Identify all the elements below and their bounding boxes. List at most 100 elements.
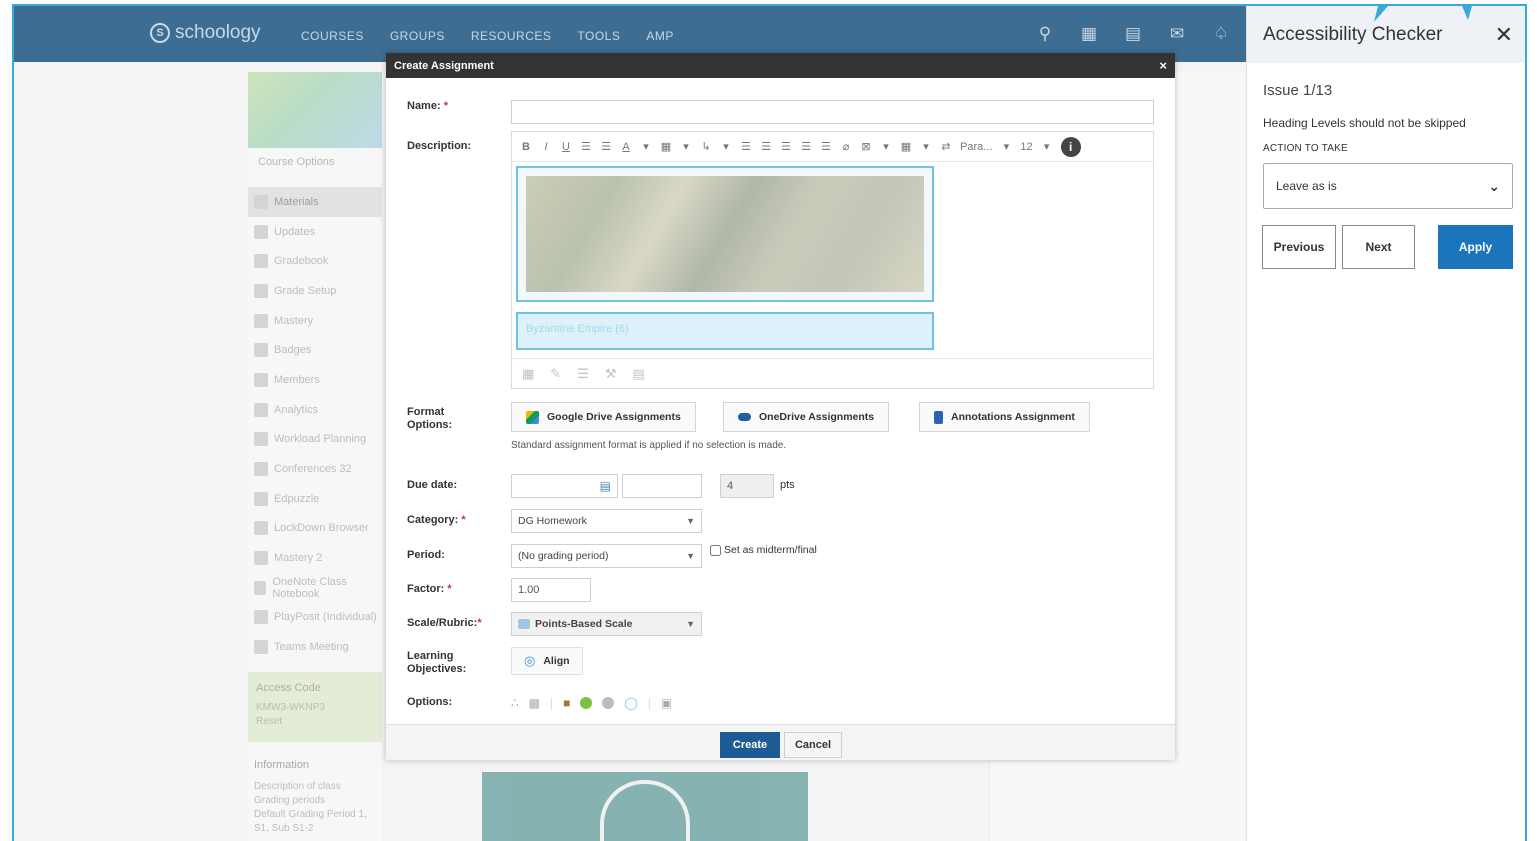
notifications-bell-icon[interactable]: ♤ [1210, 24, 1232, 44]
schoology-logo[interactable]: S schoology [150, 22, 261, 44]
due-date-input[interactable]: ▤ [511, 474, 618, 498]
calendar-picker-icon[interactable]: ▤ [600, 479, 611, 493]
sidebar-item-materials[interactable]: Materials [248, 187, 382, 217]
name-input[interactable] [511, 100, 1154, 124]
font-size-select[interactable]: 12 [1020, 141, 1032, 153]
font-color-button[interactable]: A [620, 141, 632, 153]
nav-groups[interactable]: GROUPS [390, 29, 445, 43]
accessibility-info-icon[interactable]: i [1060, 136, 1081, 157]
sidebar-item-lockdown-browser[interactable]: LockDown Browser [248, 514, 382, 544]
nav-amp[interactable]: AMP [646, 29, 674, 43]
underline-button[interactable]: U [560, 141, 572, 153]
apps-grid-icon[interactable]: ▦ [1078, 24, 1100, 44]
publish-green-dot-icon[interactable] [580, 697, 593, 709]
next-button[interactable]: Next [1342, 225, 1415, 269]
sidebar-item-members[interactable]: Members [248, 365, 382, 395]
action-select[interactable]: Leave as is ⌄ [1263, 163, 1513, 209]
period-select[interactable]: (No grading period) ▼ [511, 544, 702, 568]
clear-format-icon[interactable]: ⇄ [940, 140, 952, 153]
grey-dot-icon[interactable] [602, 697, 615, 709]
search-icon[interactable]: ⚲ [1034, 24, 1056, 44]
table-icon[interactable]: ▦ [900, 140, 912, 153]
sidebar-item-mastery-2[interactable]: Mastery 2 [248, 543, 382, 573]
factor-label: Factor: * [407, 583, 452, 595]
image-caption-field[interactable]: Byzantine Empire (6) [516, 312, 934, 350]
align-center-icon[interactable]: ☰ [800, 140, 812, 153]
image-wrap-icon[interactable]: ☰ [577, 366, 589, 382]
lock-icon[interactable]: ▩ [529, 696, 540, 710]
copy-icon[interactable]: ▣ [661, 696, 672, 710]
link-icon[interactable]: ⌀ [840, 140, 852, 153]
sidebar-item-label: PlayPosit (Individual) [274, 611, 377, 624]
indent-icon[interactable]: ☰ [740, 140, 752, 153]
sidebar-item-grade-setup[interactable]: Grade Setup [248, 276, 382, 306]
font-color-dropdown-icon[interactable]: ▾ [640, 140, 652, 153]
messages-icon[interactable]: ✉ [1166, 24, 1188, 44]
image-edit-icon[interactable]: ✎ [550, 366, 561, 382]
special-char-icon[interactable]: ↳ [700, 140, 712, 153]
period-value: (No grading period) [518, 550, 609, 562]
sidebar-item-badges[interactable]: Badges [248, 335, 382, 365]
calendar-icon[interactable]: ▤ [1122, 24, 1144, 44]
course-options-link[interactable]: Course Options [258, 156, 334, 168]
scale-rubric-select[interactable]: Points-Based Scale ▼ [511, 612, 702, 636]
google-drive-assignments-button[interactable]: Google Drive Assignments [511, 402, 696, 432]
numbered-list-icon[interactable]: ☰ [600, 140, 612, 153]
outdent-icon[interactable]: ☰ [760, 140, 772, 153]
sidebar-item-gradebook[interactable]: Gradebook [248, 246, 382, 276]
bullet-list-icon[interactable]: ☰ [580, 140, 592, 153]
access-code-reset-link[interactable]: Reset [256, 716, 374, 727]
midterm-checkbox[interactable] [710, 544, 721, 556]
midterm-checkbox-label[interactable]: Set as midterm/final [710, 544, 817, 556]
comments-icon[interactable]: ◯ [624, 696, 637, 710]
sidebar-item-updates[interactable]: Updates [248, 217, 382, 247]
annotations-assignment-button[interactable]: Annotations Assignment [919, 402, 1090, 432]
sidebar-item-playposit[interactable]: PlayPosit (Individual) [248, 603, 382, 633]
image-align-icon[interactable]: ▦ [522, 366, 534, 382]
nav-resources[interactable]: RESOURCES [471, 29, 552, 43]
bold-button[interactable]: B [520, 141, 532, 153]
individually-assign-icon[interactable]: ∴ [511, 696, 519, 710]
sidebar-item-teams-meeting[interactable]: Teams Meeting [248, 632, 382, 662]
description-editor[interactable]: B I U ☰ ☰ A ▾ ▦ ▾ ↳ ▾ ☰ ☰ ☰ ☰ ☰ ⌀ ⊠ ▾ ▦ [511, 131, 1154, 389]
table-dropdown-icon[interactable]: ▾ [920, 140, 932, 153]
sidebar-item-mastery[interactable]: Mastery [248, 306, 382, 336]
onedrive-assignments-button[interactable]: OneDrive Assignments [723, 402, 890, 432]
nav-courses[interactable]: COURSES [301, 29, 364, 43]
sidebar-item-analytics[interactable]: Analytics [248, 395, 382, 425]
factor-input[interactable]: 1.00 [511, 578, 591, 602]
issue-description: Heading Levels should not be skipped [1263, 116, 1466, 130]
special-char-dropdown-icon[interactable]: ▾ [720, 140, 732, 153]
image-properties-icon[interactable]: ⚒ [605, 366, 617, 382]
sidebar-item-onenote[interactable]: OneNote Class Notebook [248, 573, 382, 603]
cancel-button[interactable]: Cancel [784, 732, 842, 758]
modal-close-icon[interactable]: × [1159, 58, 1167, 73]
gradebook-option-icon[interactable]: ■ [563, 696, 570, 710]
image-remove-icon[interactable]: ▤ [633, 366, 645, 382]
insert-content-icon[interactable]: ⊠ [860, 140, 872, 153]
chevron-down-icon: ▼ [686, 551, 695, 561]
nav-tools[interactable]: TOOLS [577, 29, 620, 43]
updates-icon [254, 224, 268, 239]
italic-button[interactable]: I [540, 141, 552, 153]
align-right-icon[interactable]: ☰ [820, 140, 832, 153]
points-input[interactable]: 4 [720, 474, 774, 498]
highlight-dropdown-icon[interactable]: ▾ [680, 140, 692, 153]
paragraph-format-select[interactable]: Para... [960, 141, 992, 153]
embedded-image-selected[interactable] [516, 166, 934, 302]
category-select[interactable]: DG Homework ▼ [511, 509, 702, 533]
sidebar-item-edpuzzle[interactable]: Edpuzzle [248, 484, 382, 514]
paragraph-dropdown-icon[interactable]: ▾ [1000, 140, 1012, 153]
sidebar-item-workload-planning[interactable]: Workload Planning [248, 425, 382, 455]
previous-button[interactable]: Previous [1262, 225, 1336, 269]
due-time-input[interactable] [622, 474, 702, 498]
font-size-dropdown-icon[interactable]: ▾ [1041, 140, 1053, 153]
apply-button[interactable]: Apply [1438, 225, 1513, 269]
align-left-icon[interactable]: ☰ [780, 140, 792, 153]
create-button[interactable]: Create [720, 732, 780, 758]
sidebar-item-conferences[interactable]: Conferences 32 [248, 454, 382, 484]
align-button[interactable]: ◎ Align [511, 647, 583, 675]
close-icon[interactable]: ✕ [1495, 22, 1513, 48]
highlight-icon[interactable]: ▦ [660, 140, 672, 153]
insert-content-dropdown-icon[interactable]: ▾ [880, 140, 892, 153]
